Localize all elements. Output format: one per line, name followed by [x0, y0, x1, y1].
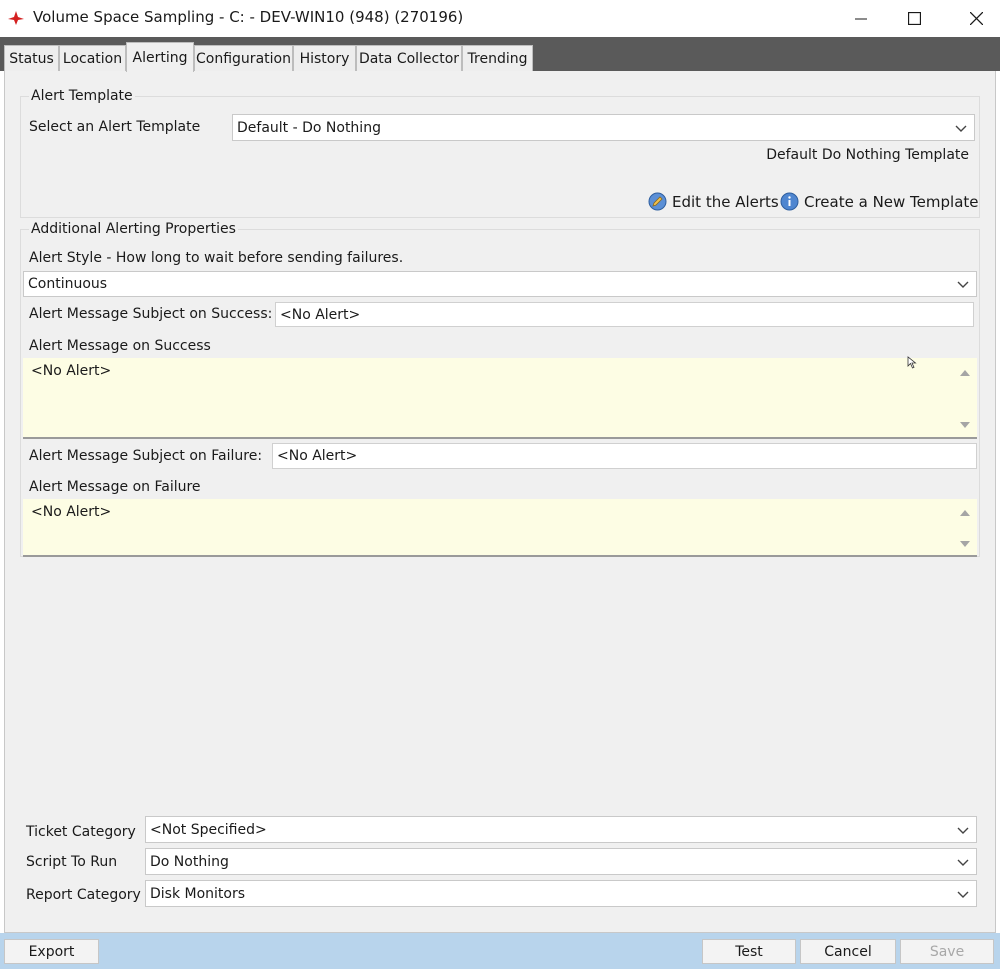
test-button[interactable]: Test: [702, 939, 796, 964]
ticket-category-value: <Not Specified>: [150, 821, 267, 838]
failure-message-textarea[interactable]: <No Alert>: [23, 499, 977, 557]
close-icon: [969, 12, 983, 25]
success-message-textarea[interactable]: <No Alert>: [23, 358, 977, 439]
window-title: Volume Space Sampling - C: - DEV-WIN10 (…: [33, 8, 464, 26]
failure-message-label: Alert Message on Failure: [29, 479, 201, 495]
success-message-scrollbar[interactable]: [957, 364, 973, 434]
create-template-button[interactable]: Create a New Template: [780, 192, 979, 211]
alert-template-select-value: Default - Do Nothing: [237, 119, 381, 136]
alert-template-group-label: Alert Template: [29, 88, 135, 104]
scroll-up-icon: [960, 370, 970, 376]
failure-message-value: <No Alert>: [31, 504, 112, 520]
edit-alerts-label: Edit the Alerts: [672, 192, 779, 211]
failure-subject-value: <No Alert>: [277, 448, 358, 464]
scroll-down-icon: [960, 541, 970, 547]
chevron-down-icon: [957, 891, 969, 898]
mouse-cursor-icon: [907, 356, 917, 369]
minimize-button[interactable]: [838, 0, 884, 37]
chevron-down-icon: [957, 281, 969, 288]
maximize-icon: [907, 12, 921, 25]
alert-template-select[interactable]: Default - Do Nothing: [232, 114, 975, 141]
create-template-label: Create a New Template: [804, 192, 979, 211]
alert-style-select[interactable]: Continuous: [23, 271, 977, 297]
tab-status[interactable]: Status: [4, 45, 59, 71]
chevron-down-icon: [957, 859, 969, 866]
tab-history[interactable]: History: [293, 45, 356, 71]
script-to-run-select[interactable]: Do Nothing: [145, 848, 977, 875]
close-button[interactable]: [953, 0, 999, 37]
report-category-select[interactable]: Disk Monitors: [145, 880, 977, 907]
alert-style-label: Alert Style - How long to wait before se…: [29, 250, 404, 266]
failure-subject-label: Alert Message Subject on Failure:: [29, 448, 263, 464]
chevron-down-icon: [955, 125, 967, 132]
success-subject-input[interactable]: <No Alert>: [275, 302, 974, 327]
additional-properties-group-label: Additional Alerting Properties: [29, 221, 238, 237]
failure-message-scrollbar[interactable]: [957, 503, 973, 553]
success-subject-value: <No Alert>: [280, 306, 361, 323]
failure-subject-input[interactable]: <No Alert>: [272, 443, 977, 469]
alert-template-select-label: Select an Alert Template: [29, 119, 201, 135]
chevron-down-icon: [957, 827, 969, 834]
success-message-value: <No Alert>: [31, 363, 112, 379]
minimize-icon: [855, 18, 867, 19]
title-bar[interactable]: Volume Space Sampling - C: - DEV-WIN10 (…: [0, 0, 1000, 37]
alert-style-value: Continuous: [28, 276, 108, 292]
edit-alerts-button[interactable]: Edit the Alerts: [648, 192, 779, 211]
save-button[interactable]: Save: [900, 939, 994, 964]
maximize-button[interactable]: [891, 0, 937, 37]
scroll-up-icon: [960, 510, 970, 516]
ticket-category-select[interactable]: <Not Specified>: [145, 816, 977, 843]
report-category-label: Report Category: [26, 887, 141, 903]
script-to-run-label: Script To Run: [26, 854, 118, 870]
tab-location[interactable]: Location: [59, 45, 126, 71]
report-category-value: Disk Monitors: [150, 885, 246, 902]
success-subject-label: Alert Message Subject on Success:: [29, 306, 273, 322]
edit-pencil-icon: [648, 192, 667, 211]
info-icon: [780, 192, 799, 211]
cancel-button[interactable]: Cancel: [800, 939, 896, 964]
tab-configuration[interactable]: Configuration: [194, 45, 293, 71]
ticket-category-label: Ticket Category: [26, 824, 136, 840]
tab-data-collector[interactable]: Data Collector: [356, 45, 462, 71]
script-to-run-value: Do Nothing: [150, 853, 229, 870]
success-message-label: Alert Message on Success: [29, 338, 211, 354]
alert-template-description: Default Do Nothing Template: [766, 147, 969, 163]
tab-trending[interactable]: Trending: [462, 45, 533, 71]
export-button[interactable]: Export: [4, 939, 99, 964]
tab-alerting[interactable]: Alerting: [126, 42, 194, 72]
app-logo-icon: [8, 11, 24, 25]
scroll-down-icon: [960, 422, 970, 428]
